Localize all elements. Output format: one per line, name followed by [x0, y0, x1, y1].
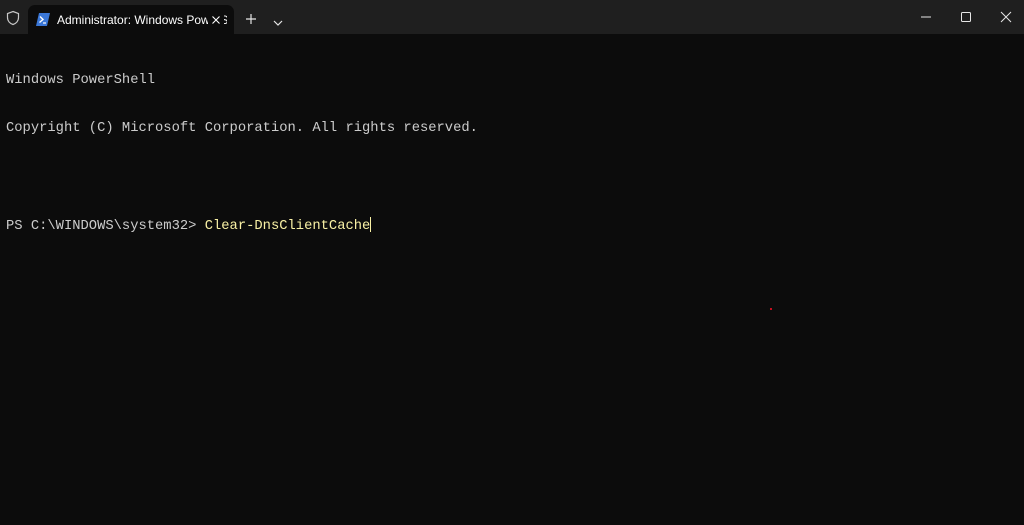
maximize-button[interactable] — [946, 0, 986, 34]
minimize-icon — [921, 16, 931, 18]
terminal-window: Administrator: Windows PowerShell — [0, 0, 1024, 525]
tab-powershell[interactable]: Administrator: Windows PowerShell — [28, 5, 234, 34]
powershell-icon — [36, 13, 50, 26]
tab-title: Administrator: Windows PowerShell — [57, 13, 227, 27]
close-icon — [1000, 11, 1012, 23]
close-button[interactable] — [986, 0, 1024, 34]
close-icon[interactable] — [208, 12, 224, 28]
copyright-line: Copyright (C) Microsoft Corporation. All… — [6, 121, 478, 136]
title-bar[interactable]: Administrator: Windows PowerShell — [0, 0, 1024, 34]
red-dot — [770, 308, 772, 310]
chevron-down-icon[interactable] — [271, 15, 285, 26]
text-cursor — [370, 217, 372, 232]
shield-icon — [5, 10, 21, 26]
banner-title: Windows PowerShell — [6, 73, 156, 88]
command-input[interactable]: Clear-DnsClientCache — [205, 219, 371, 234]
prompt-line[interactable]: PS C:\WINDOWS\system32> Clear-DnsClientC… — [6, 217, 1016, 234]
console-output[interactable]: Windows PowerShell Copyright (C) Microso… — [6, 41, 1016, 521]
plus-icon[interactable] — [244, 12, 258, 26]
maximize-icon — [961, 12, 971, 22]
minimize-button[interactable] — [906, 0, 946, 34]
prompt: PS C:\WINDOWS\system32> — [6, 219, 205, 234]
